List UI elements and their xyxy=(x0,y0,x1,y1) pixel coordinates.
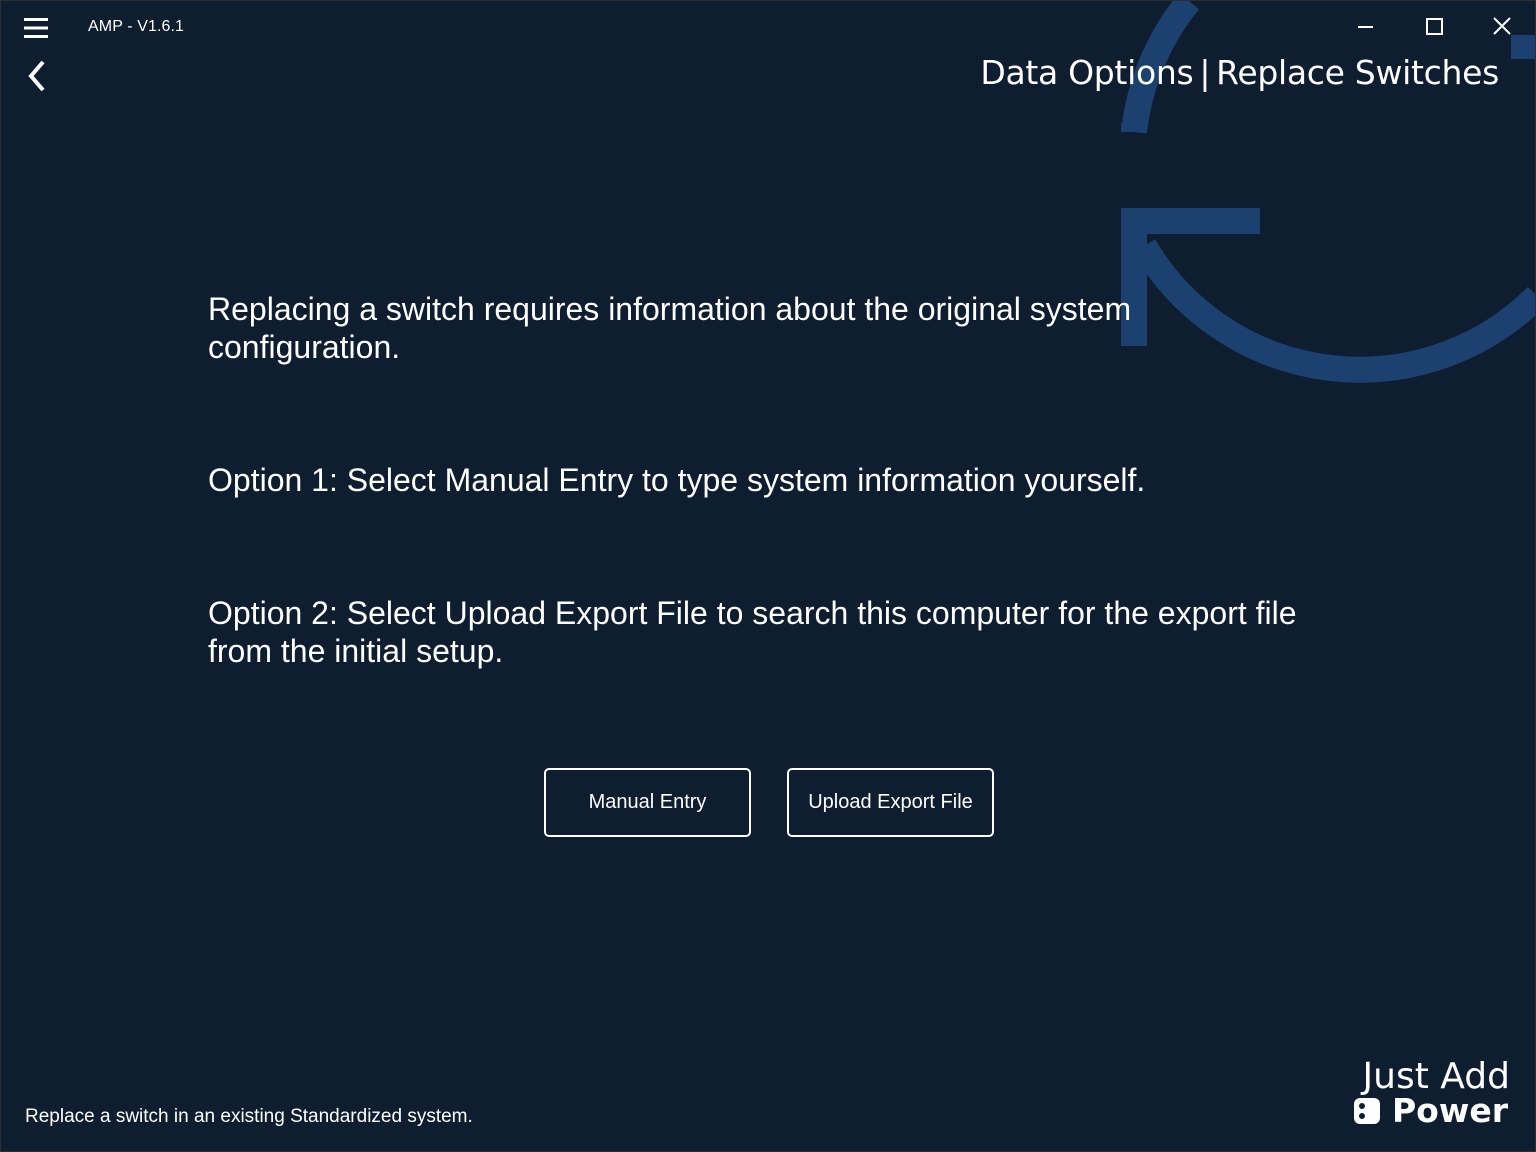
option-2-paragraph: Option 2: Select Upload Export File to s… xyxy=(208,595,1297,669)
refresh-arrow-graphic-icon xyxy=(1121,1,1535,383)
page-title: Data Options | Replace Switches xyxy=(980,53,1499,92)
footer-description: Replace a switch in an existing Standard… xyxy=(25,1106,473,1127)
page-title-separator: | xyxy=(1199,53,1211,92)
brand-logo-line2: Power xyxy=(1392,1091,1508,1130)
page-title-page: Replace Switches xyxy=(1216,53,1499,92)
app-title: AMP - V1.6.1 xyxy=(88,18,185,35)
upload-export-file-button[interactable]: Upload Export File xyxy=(787,768,994,837)
close-icon[interactable] xyxy=(1480,11,1526,43)
manual-entry-button[interactable]: Manual Entry xyxy=(544,768,751,837)
page-title-section: Data Options xyxy=(980,53,1194,92)
hamburger-menu-icon[interactable] xyxy=(23,15,49,41)
brand-logo: Just Add Power xyxy=(1351,1057,1516,1129)
option-1-paragraph: Option 1: Select Manual Entry to type sy… xyxy=(208,462,1146,498)
minimize-icon[interactable] xyxy=(1342,11,1388,43)
plug-logo-icon xyxy=(1354,1098,1380,1124)
back-chevron-icon[interactable] xyxy=(23,59,51,93)
app-window: AMP - V1.6.1 Data Options | Replace Switch… xyxy=(0,0,1536,1152)
intro-paragraph: Replacing a switch requires information … xyxy=(208,291,1132,365)
maximize-icon[interactable] xyxy=(1411,11,1457,43)
